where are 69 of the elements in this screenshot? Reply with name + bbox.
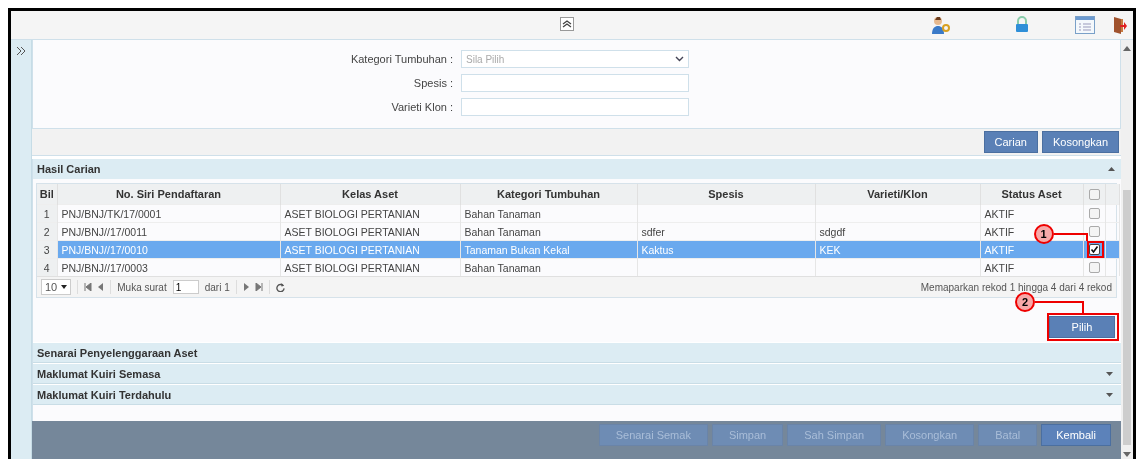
column-header: No. Siri Pendaftaran: [57, 184, 280, 205]
select-all-checkbox[interactable]: [1088, 188, 1100, 200]
scrollbar-thumb[interactable]: [1123, 190, 1131, 445]
table-cell: PNJ/BNJ/TK/17/0001: [57, 204, 280, 223]
select-button[interactable]: Pilih: [1049, 316, 1115, 338]
checkbox[interactable]: [1088, 226, 1100, 237]
column-header: Spesis: [637, 184, 815, 205]
checkbox[interactable]: [1088, 262, 1100, 273]
page-size-select[interactable]: 10: [41, 279, 72, 295]
callout-badge: 1: [1033, 224, 1054, 244]
row-number: 2: [37, 222, 57, 241]
collapse-up-icon[interactable]: [560, 17, 574, 31]
input-field[interactable]: [461, 74, 689, 92]
table-row[interactable]: 3 PNJ/BNJ//17/0010 ASET BIOLOGI PERTANIAN Tanaman Bukan Kekal Kaktus KEK AKTIF: [37, 240, 1119, 259]
scroll-up-icon[interactable]: [1123, 46, 1131, 51]
table-cell: Tanaman Bukan Kekal: [460, 240, 637, 259]
column-header: Kategori Tumbuhan: [460, 184, 637, 205]
table-cell: KEK: [815, 240, 980, 259]
table-cell: AKTIF: [980, 204, 1083, 223]
panel-header[interactable]: Hasil Carian: [33, 159, 1121, 179]
collapse-caret-icon[interactable]: [1108, 167, 1115, 171]
checked-checkbox[interactable]: [1088, 244, 1100, 255]
page-count: dari 1: [204, 281, 230, 293]
callout-badge: 2: [1015, 292, 1035, 312]
column-header: Status Aset: [980, 184, 1083, 205]
previous-page-icon[interactable]: [98, 283, 105, 291]
exit-door-icon[interactable]: [1113, 16, 1127, 34]
row-number: 1: [37, 204, 57, 223]
back-button[interactable]: Kembali: [1041, 424, 1111, 446]
table-cell: PNJ/BNJ//17/0010: [57, 240, 280, 259]
page-number-field[interactable]: 1: [172, 280, 199, 294]
lock-icon[interactable]: [1014, 16, 1030, 32]
record-summary: Memaparkan rekod 1 hingga 4 dari 4 rekod: [920, 281, 1112, 293]
refresh-icon[interactable]: [275, 282, 285, 292]
chevron-down-icon: [675, 56, 684, 62]
column-header: Bil: [37, 184, 57, 205]
list-window-icon[interactable]: [1075, 16, 1095, 34]
input-field[interactable]: [461, 98, 689, 116]
column-header: Varieti/Klon: [815, 184, 980, 205]
table-cell: AKTIF: [980, 240, 1083, 259]
user-key-icon[interactable]: [931, 16, 951, 34]
table-row[interactable]: 1 PNJ/BNJ/TK/17/0001 ASET BIOLOGI PERTANIAN Bahan Tanaman AKTIF: [37, 204, 1119, 223]
row-number: 3: [37, 240, 57, 259]
section-header[interactable]: Senarai Penyelenggaraan Aset: [33, 342, 1121, 363]
section-header[interactable]: Maklumat Kuiri Terdahulu: [33, 384, 1121, 405]
row-number: 4: [37, 258, 57, 276]
last-page-icon[interactable]: [254, 283, 263, 291]
clear-button[interactable]: Kosongkan: [1041, 131, 1119, 153]
highlight-frame: [1047, 313, 1119, 341]
table-cell: Kaktus: [637, 240, 815, 259]
checkbox[interactable]: [1088, 208, 1100, 219]
expand-caret-icon: [1106, 371, 1113, 376]
field-label: Varieti Klon :: [390, 101, 453, 113]
highlight-frame: [1086, 241, 1104, 258]
column-header: Kelas Aset: [280, 184, 460, 205]
field-label: Spesis :: [412, 77, 453, 89]
scroll-down-icon[interactable]: [1123, 452, 1131, 457]
next-page-icon[interactable]: [242, 283, 249, 291]
field-label: Kategori Tumbuhan :: [349, 53, 453, 65]
expand-caret-icon: [1106, 392, 1113, 397]
table-cell: Bahan Tanaman: [460, 204, 637, 223]
search-button[interactable]: Carian: [983, 131, 1038, 153]
first-page-icon[interactable]: [84, 283, 93, 291]
table-cell: ASET BIOLOGI PERTANIAN: [280, 204, 460, 223]
section-header[interactable]: Maklumat Kuiri Semasa: [33, 363, 1121, 384]
expand-sidebar-icon[interactable]: [16, 46, 26, 56]
caret-down-icon: [61, 285, 68, 289]
page-label: Muka surat: [117, 281, 167, 293]
table-cell: ASET BIOLOGI PERTANIAN: [280, 240, 460, 259]
